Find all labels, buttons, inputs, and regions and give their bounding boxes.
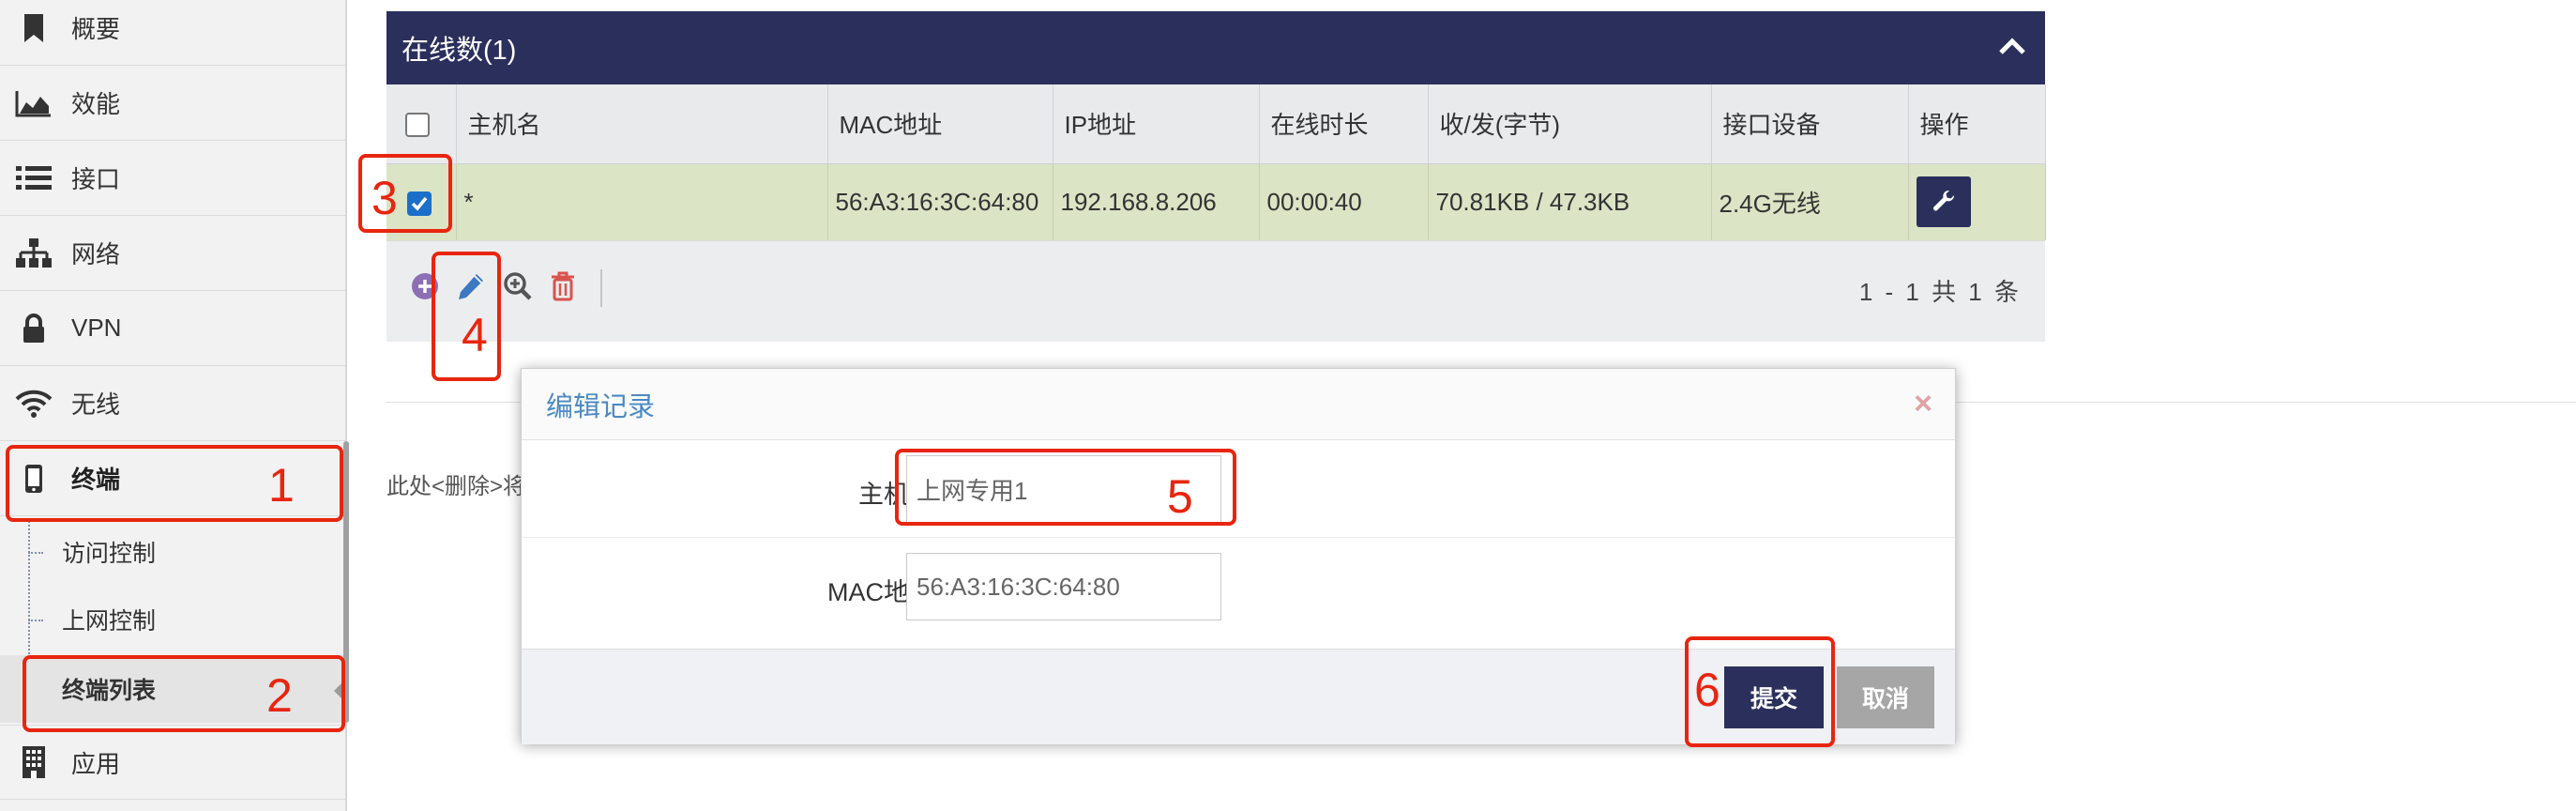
sidebar-item-vpn[interactable]: VPN <box>0 291 345 366</box>
pagination-count: 1 - 1 共 1 条 <box>1858 278 2019 306</box>
cell-device: 2.4G无线 <box>1711 163 1909 240</box>
cell-actions <box>1908 163 2046 240</box>
mac-row: MAC地址 <box>522 538 1955 635</box>
table-toolbar: 1 - 1 共 1 条 <box>386 240 2045 342</box>
annotation-number-3: 3 <box>371 172 398 224</box>
sitemap-icon <box>13 233 54 274</box>
hostname-row: 主机名 <box>522 440 1955 538</box>
column-header-device[interactable]: 接口设备 <box>1711 84 1909 164</box>
dialog-header: 编辑记录 × <box>522 369 1955 440</box>
cell-mac: 56:A3:16:3C:64:80 <box>827 163 1053 240</box>
column-header-hostname[interactable]: 主机名 <box>456 84 828 164</box>
column-header-mac[interactable]: MAC地址 <box>827 84 1053 164</box>
sidebar-subitem-internet-control[interactable]: 上网控制 <box>0 586 345 653</box>
sidebar-item-network[interactable]: 网络 <box>0 216 345 291</box>
sidebar-item-interface[interactable]: 接口 <box>0 141 345 216</box>
online-table: 主机名 MAC地址 IP地址 在线时长 收/发(字节) 接口设备 操作 * 56… <box>386 84 2046 240</box>
mac-input[interactable] <box>906 553 1221 620</box>
close-icon[interactable]: × <box>1914 386 1932 422</box>
online-panel-header: 在线数(1) <box>386 11 2045 84</box>
trash-icon[interactable] <box>550 271 576 306</box>
table-header-row: 主机名 MAC地址 IP地址 在线时长 收/发(字节) 接口设备 操作 <box>386 84 2046 164</box>
annotation-box-2 <box>23 655 345 732</box>
column-header-actions: 操作 <box>1908 84 2046 164</box>
delete-note-text: 此处<删除>将 <box>386 474 526 499</box>
select-all-checkbox[interactable] <box>405 113 430 138</box>
column-header-traffic[interactable]: 收/发(字节) <box>1428 84 1712 164</box>
sidebar-item-label: 概要 <box>71 15 121 43</box>
sidebar-subitem-access-control[interactable]: 访问控制 <box>0 518 345 586</box>
dialog-title: 编辑记录 <box>546 391 656 422</box>
sidebar-item-label: 应用 <box>71 749 121 778</box>
annotation-number-2: 2 <box>266 669 293 722</box>
sidebar-item-label: 效能 <box>71 90 121 118</box>
cell-traffic: 70.81KB / 47.3KB <box>1428 163 1712 240</box>
sidebar-item-wireless[interactable]: 无线 <box>0 366 345 441</box>
list-icon <box>13 158 54 199</box>
wifi-icon <box>13 383 54 424</box>
cancel-button[interactable]: 取消 <box>1837 666 1934 728</box>
toolbar-divider <box>600 269 602 307</box>
table-row[interactable]: * 56:A3:16:3C:64:80 192.168.8.206 00:00:… <box>386 163 2046 240</box>
cell-hostname: * <box>456 163 828 240</box>
column-header-online-time[interactable]: 在线时长 <box>1259 84 1429 164</box>
column-header-ip[interactable]: IP地址 <box>1053 84 1260 164</box>
sidebar-subitem-label: 上网控制 <box>62 608 157 635</box>
search-zoom-icon[interactable] <box>503 271 533 306</box>
select-all-cell <box>386 84 457 164</box>
sidebar-item-performance[interactable]: 效能 <box>0 66 345 141</box>
area-chart-icon <box>13 83 54 124</box>
annotation-number-1: 1 <box>268 459 295 512</box>
annotation-number-5: 5 <box>1167 470 1193 523</box>
sidebar-item-overview[interactable]: 概要 <box>0 0 345 66</box>
annotation-number-6: 6 <box>1694 664 1720 716</box>
sidebar-subitem-label: 访问控制 <box>62 541 157 567</box>
annotation-number-4: 4 <box>462 309 488 361</box>
cell-online-time: 00:00:40 <box>1259 163 1429 240</box>
sidebar-item-label: 接口 <box>71 165 121 193</box>
building-icon <box>13 742 54 783</box>
panel-title: 在线数(1) <box>402 36 517 66</box>
chevron-up-icon[interactable] <box>1998 37 2026 60</box>
sidebar-item-label: 无线 <box>71 390 121 419</box>
sidebar-item-app[interactable]: 应用 <box>0 725 345 800</box>
sidebar-item-label: VPN <box>71 314 122 342</box>
bookmark-icon <box>13 8 54 49</box>
sidebar-item-label: 网络 <box>71 240 121 268</box>
lock-icon <box>13 308 54 349</box>
wrench-icon[interactable] <box>1916 176 1971 228</box>
cell-ip: 192.168.8.206 <box>1053 163 1260 240</box>
